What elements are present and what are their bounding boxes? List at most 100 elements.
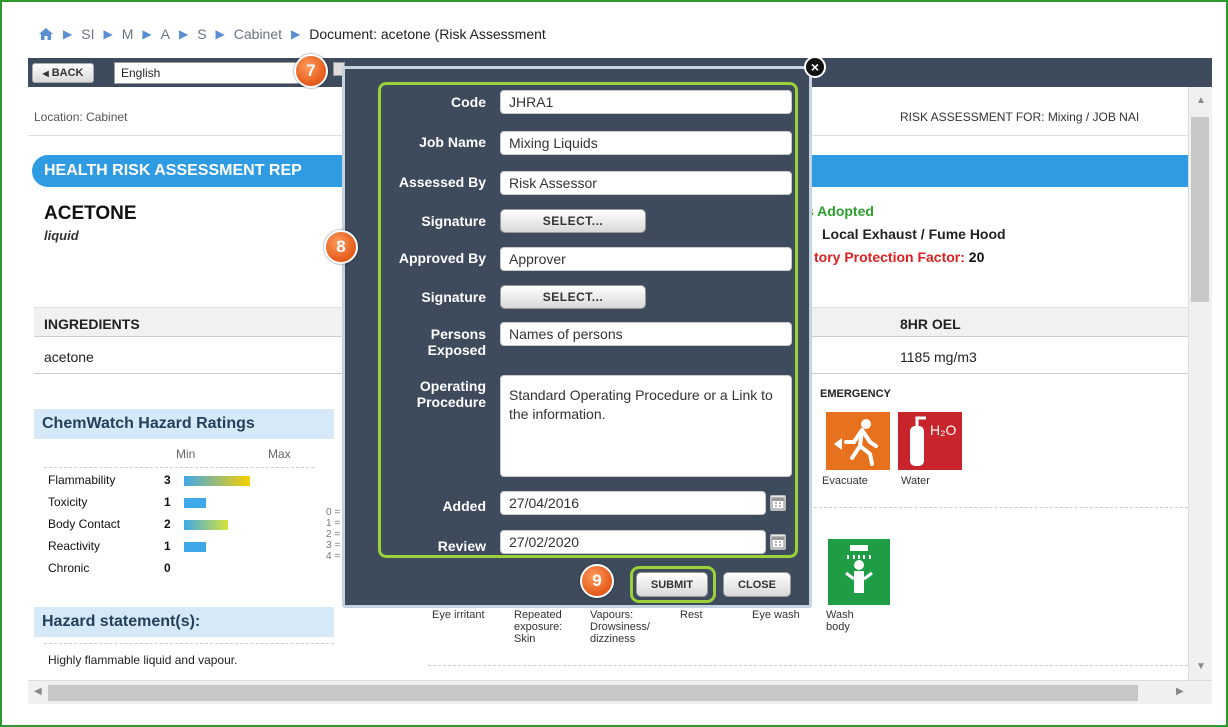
persons-exposed-label: Persons Exposed (427, 326, 486, 358)
code-input[interactable]: JHRA1 (500, 90, 792, 114)
pictogram-caption: Vapours: Drowsiness/ dizziness (590, 609, 650, 645)
breadcrumb-current: Document: acetone (Risk Assessment (309, 26, 546, 42)
pictogram-caption: Repeated exposure: Skin (514, 609, 563, 645)
job-name-input[interactable]: Mixing Liquids (500, 131, 792, 155)
rating-bar (184, 476, 250, 486)
oel-title: 8HR OEL (900, 316, 961, 332)
calendar-icon[interactable] (770, 534, 786, 550)
persons-exposed-input[interactable]: Names of persons (500, 322, 792, 346)
scroll-down-icon[interactable]: ▼ (1196, 661, 1206, 672)
rating-label: Chronic (48, 561, 90, 575)
approved-by-input[interactable]: Approver (500, 247, 792, 271)
close-button[interactable]: CLOSE (723, 572, 791, 597)
breadcrumb-item[interactable]: A (161, 26, 170, 42)
scroll-up-icon[interactable]: ▲ (1196, 95, 1206, 106)
assessed-by-input[interactable]: Risk Assessor (500, 171, 792, 195)
back-button[interactable]: ◀ BACK (32, 63, 94, 83)
hazard-statement: Highly flammable liquid and vapour. (48, 653, 238, 667)
chevron-right-icon: ▶ (63, 27, 73, 41)
rating-bar (184, 498, 206, 508)
water-extinguisher-icon: H₂O (898, 412, 962, 470)
hazard-statements-title: Hazard statement(s): (34, 607, 334, 637)
step-marker-7: 7 (294, 54, 328, 88)
calendar-icon[interactable] (770, 495, 786, 511)
signature-label: Signature (421, 213, 486, 229)
pictogram-caption: Rest (680, 609, 703, 621)
back-arrow-icon: ◀ (42, 68, 49, 78)
code-label: Code (451, 94, 486, 110)
scale-label: 2 = (326, 529, 341, 540)
divider (44, 643, 334, 644)
protection-factor-label: tory Protection Factor: (814, 249, 965, 265)
rating-value: 1 (164, 495, 171, 509)
pictogram-caption: Eye irritant (432, 609, 485, 621)
rating-value: 2 (164, 517, 171, 531)
submit-button[interactable]: SUBMIT (636, 572, 708, 597)
rating-row: Flammability 3 (48, 473, 288, 489)
approval-signature-select-button[interactable]: SELECT... (500, 285, 646, 309)
approved-by-label: Approved By (398, 250, 486, 266)
operating-procedure-label: Operating Procedure (416, 378, 486, 410)
scale-label: 1 = (326, 518, 341, 529)
pictogram-caption: Eye wash (752, 609, 800, 621)
water-label: Water (901, 475, 930, 487)
control-method: Local Exhaust / Fume Hood (822, 226, 1006, 242)
location-text: Location: Cabinet (34, 110, 128, 124)
chemical-form: liquid (44, 228, 79, 243)
language-select[interactable]: English (114, 62, 304, 84)
vertical-scrollbar[interactable]: ▲ ▼ (1188, 87, 1212, 680)
evacuate-icon (826, 412, 890, 470)
chemical-name: ACETONE (44, 203, 137, 224)
rating-label: Body Contact (48, 517, 121, 531)
added-date-input[interactable]: 27/04/2016 (500, 491, 766, 515)
ingredients-title: INGREDIENTS (44, 316, 140, 332)
breadcrumb-item[interactable]: S (197, 26, 206, 42)
rating-label: Flammability (48, 473, 116, 487)
home-icon[interactable] (38, 27, 54, 41)
pictogram-caption: Wash body (826, 609, 854, 633)
safety-shower-icon (828, 539, 890, 605)
rating-row: Toxicity 1 (48, 495, 288, 511)
chevron-right-icon: ▶ (178, 27, 189, 41)
modal-close-icon[interactable]: × (804, 56, 826, 78)
added-label: Added (442, 498, 486, 514)
chevron-right-icon: ▶ (142, 27, 152, 41)
rating-scale-legend: 0 = 1 = 2 = 3 = 4 = (326, 507, 340, 562)
scrollbar-thumb[interactable] (1191, 117, 1209, 302)
controls-adopted: s Adopted (806, 203, 874, 219)
divider (428, 665, 1188, 666)
signature-select-button[interactable]: SELECT... (500, 209, 646, 233)
scale-label: 0 = (326, 507, 341, 518)
scroll-right-icon[interactable]: ▶ (1176, 686, 1184, 697)
step-marker-8: 8 (324, 230, 358, 264)
rating-row: Body Contact 2 (48, 517, 288, 533)
operating-procedure-textarea[interactable]: Standard Operating Procedure or a Link t… (500, 375, 792, 477)
rating-value: 3 (164, 473, 171, 487)
back-button-label: BACK (51, 67, 84, 79)
breadcrumb-item[interactable]: SI (81, 26, 94, 42)
ratings-min-label: Min (176, 447, 196, 461)
chevron-right-icon: ▶ (103, 27, 113, 41)
review-date-input[interactable]: 27/02/2020 (500, 530, 766, 554)
scroll-left-icon[interactable]: ◀ (34, 686, 42, 697)
rating-label: Reactivity (48, 539, 101, 553)
divider (44, 467, 314, 468)
signature-label: Signature (421, 289, 486, 305)
evacuate-label: Evacuate (822, 475, 868, 487)
protection-factor-value: 20 (968, 249, 985, 265)
horizontal-scrollbar[interactable]: ◀ ▶ (28, 680, 1212, 704)
protection-factor: tory Protection Factor: 20 (814, 249, 984, 265)
rating-row: Chronic 0 (48, 561, 288, 577)
risk-assessment-for: RISK ASSESSMENT FOR: Mixing / JOB NAI (900, 110, 1140, 124)
rating-row: Reactivity 1 (48, 539, 288, 555)
rating-bar (184, 520, 228, 530)
chevron-right-icon: ▶ (215, 27, 225, 41)
oel-value: 1185 mg/m3 (900, 349, 977, 365)
scrollbar-thumb[interactable] (48, 685, 1138, 701)
hazard-ratings-title: ChemWatch Hazard Ratings (34, 409, 334, 439)
job-name-label: Job Name (419, 134, 486, 150)
breadcrumb-item[interactable]: Cabinet (234, 26, 282, 42)
breadcrumb: ▶ SI ▶ M ▶ A ▶ S ▶ Cabinet ▶ Document: a… (38, 24, 546, 44)
ratings-max-label: Max (268, 447, 291, 461)
breadcrumb-item[interactable]: M (122, 26, 134, 42)
